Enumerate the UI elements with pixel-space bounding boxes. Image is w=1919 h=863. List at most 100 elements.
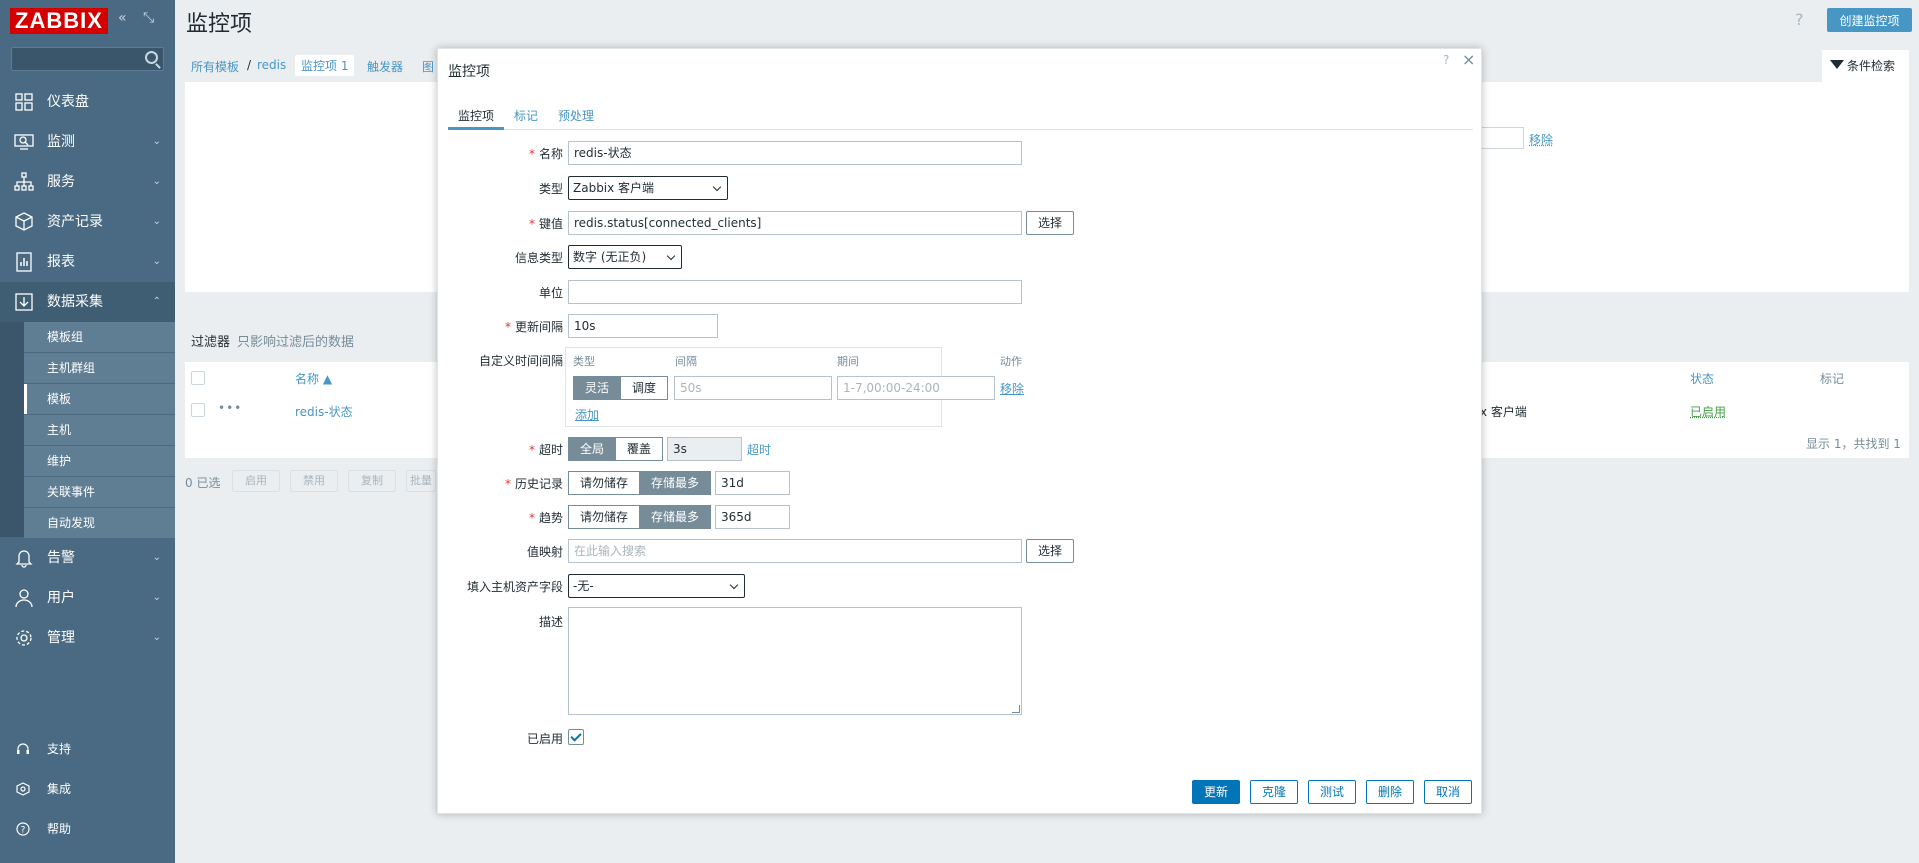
help-icon[interactable]: ? <box>1795 10 1804 29</box>
cancel-button[interactable]: 取消 <box>1424 780 1472 804</box>
submenu-templates[interactable]: 模板 <box>24 384 175 415</box>
test-button[interactable]: 测试 <box>1308 780 1356 804</box>
timeout-settings-link[interactable]: 超时 <box>747 441 771 458</box>
inventory-select[interactable]: -无- <box>568 574 745 598</box>
nav-alerts[interactable]: 告警 ⌄ <box>0 538 175 578</box>
dialog-help-icon[interactable]: ? <box>1443 53 1449 67</box>
submenu-event-correlation[interactable]: 关联事件 <box>24 477 175 508</box>
clone-button[interactable]: 克隆 <box>1250 780 1298 804</box>
tab-triggers[interactable]: 触发器 <box>367 58 403 75</box>
page-title: 监控项 <box>186 12 253 37</box>
search-icon[interactable] <box>145 51 158 64</box>
add-interval-link[interactable]: 添加 <box>575 406 599 423</box>
submenu-maintenance[interactable]: 维护 <box>24 446 175 477</box>
nav-support[interactable]: 支持 <box>0 734 175 764</box>
table-footer-count: 显示 1，共找到 1 <box>1806 437 1901 451</box>
submenu-host-groups[interactable]: 主机群组 <box>24 353 175 384</box>
flex-period-input[interactable]: 1-7,00:00-24:00 <box>837 376 995 400</box>
submenu-template-groups[interactable]: 模板组 <box>24 322 175 353</box>
fullscreen-icon[interactable]: ⤡ <box>143 10 154 26</box>
user-icon <box>15 589 33 608</box>
nav-services[interactable]: 服务 ⌄ <box>0 162 175 202</box>
breadcrumb-all-templates[interactable]: 所有模板 <box>191 58 239 75</box>
history-no-store-toggle[interactable]: 请勿储存 <box>568 471 640 495</box>
row-item-type: x 客户端 <box>1480 405 1527 419</box>
tab-item[interactable]: 监控项 <box>458 107 494 124</box>
filter-remove-link[interactable]: 移除 <box>1529 131 1553 148</box>
remove-interval-link[interactable]: 移除 <box>1000 380 1024 397</box>
update-button[interactable]: 更新 <box>1192 780 1240 804</box>
selected-count: 0 已选 <box>185 476 221 490</box>
info-type-select[interactable]: 数字 (无正负) <box>568 245 682 269</box>
row-checkbox[interactable] <box>191 403 205 417</box>
name-input[interactable]: redis-状态 <box>568 141 1022 165</box>
nav-label: 数据采集 <box>47 294 103 310</box>
flex-interval-input[interactable]: 50s <box>674 376 832 400</box>
mass-disable-button[interactable]: 禁用 <box>290 470 338 492</box>
sidebar-search-input[interactable] <box>11 47 164 71</box>
row-menu-icon[interactable]: ••• <box>218 401 242 415</box>
trends-no-store-toggle[interactable]: 请勿储存 <box>568 505 640 529</box>
nav-label: 支持 <box>47 742 72 756</box>
flexible-toggle[interactable]: 灵活 <box>573 376 621 400</box>
mass-copy-button[interactable]: 复制 <box>348 470 396 492</box>
timeout-input[interactable]: 3s <box>667 437 742 461</box>
tab-preprocessing[interactable]: 预处理 <box>558 107 594 124</box>
nav-label: 管理 <box>47 630 75 646</box>
key-input[interactable]: redis.status[connected_clients] <box>568 211 1022 235</box>
filter-toggle-tab[interactable]: 条件检索 <box>1822 50 1909 82</box>
breadcrumb-template[interactable]: redis <box>257 58 286 72</box>
value-map-input[interactable]: 在此输入搜索 <box>568 539 1022 563</box>
nav-dashboard[interactable]: 仪表盘 <box>0 82 175 122</box>
submenu-discovery[interactable]: 自动发现 <box>24 508 175 539</box>
nav-help[interactable]: ? 帮助 <box>0 814 175 844</box>
timeout-override-toggle[interactable]: 覆盖 <box>615 437 663 461</box>
description-textarea[interactable] <box>568 607 1022 715</box>
col-type: 类型 <box>573 355 595 368</box>
mass-enable-button[interactable]: 启用 <box>232 470 280 492</box>
row-item-name-link[interactable]: redis-状态 <box>295 403 353 420</box>
select-all-checkbox[interactable] <box>191 371 205 385</box>
double-chevron-left-icon[interactable]: « <box>118 10 127 26</box>
nav-monitoring[interactable]: 监测 ⌄ <box>0 122 175 162</box>
mass-update-button[interactable]: 批量 <box>406 470 436 492</box>
timeout-label: * 超时 <box>528 443 563 457</box>
type-select[interactable]: Zabbix 客户端 <box>568 176 728 200</box>
data-collection-submenu: 模板组 主机群组 模板 主机 维护 关联事件 自动发现 <box>0 322 175 539</box>
chevron-down-icon <box>666 251 676 261</box>
resize-grip-icon[interactable] <box>1012 705 1020 713</box>
tab-tags[interactable]: 标记 <box>514 107 538 124</box>
nav-administration[interactable]: 管理 ⌄ <box>0 618 175 658</box>
breadcrumb-separator: / <box>247 58 252 72</box>
row-status-link[interactable]: 已启用 <box>1690 403 1726 420</box>
create-item-button[interactable]: 创建监控项 <box>1827 8 1912 32</box>
trends-input[interactable]: 365d <box>715 505 790 529</box>
dialog-title: 监控项 <box>448 64 490 80</box>
close-icon[interactable]: × <box>1462 50 1475 69</box>
history-store-toggle[interactable]: 存储最多 <box>639 471 711 495</box>
history-input[interactable]: 31d <box>715 471 790 495</box>
chevron-down-icon: ⌄ <box>152 632 161 643</box>
nav-inventory[interactable]: 资产记录 ⌄ <box>0 202 175 242</box>
column-header-name[interactable]: 名称 ▲ <box>295 370 332 387</box>
column-header-status[interactable]: 状态 <box>1690 370 1714 387</box>
nav-reports[interactable]: 报表 ⌄ <box>0 242 175 282</box>
value-map-select-button[interactable]: 选择 <box>1026 539 1074 563</box>
nav-data-collection[interactable]: 数据采集 ⌃ <box>0 282 175 322</box>
units-input[interactable] <box>568 280 1022 304</box>
zabbix-logo[interactable]: ZABBIX <box>10 8 108 34</box>
enabled-checkbox[interactable] <box>568 729 584 745</box>
scheduling-toggle[interactable]: 调度 <box>620 376 668 400</box>
tab-graphs[interactable]: 图 <box>422 58 434 75</box>
tab-divider <box>448 129 1473 130</box>
trends-store-toggle[interactable]: 存储最多 <box>639 505 711 529</box>
delete-button[interactable]: 删除 <box>1366 780 1414 804</box>
interval-input[interactable]: 10s <box>568 314 718 338</box>
item-edit-dialog: 监控项 ? × 监控项 标记 预处理 * 名称 redis-状态 类型 Zabbi… <box>437 48 1482 814</box>
key-select-button[interactable]: 选择 <box>1026 211 1074 235</box>
tab-items[interactable]: 监控项 1 <box>295 55 355 76</box>
nav-integrations[interactable]: 集成 <box>0 774 175 804</box>
nav-users[interactable]: 用户 ⌄ <box>0 578 175 618</box>
timeout-global-toggle[interactable]: 全局 <box>568 437 616 461</box>
submenu-hosts[interactable]: 主机 <box>24 415 175 446</box>
